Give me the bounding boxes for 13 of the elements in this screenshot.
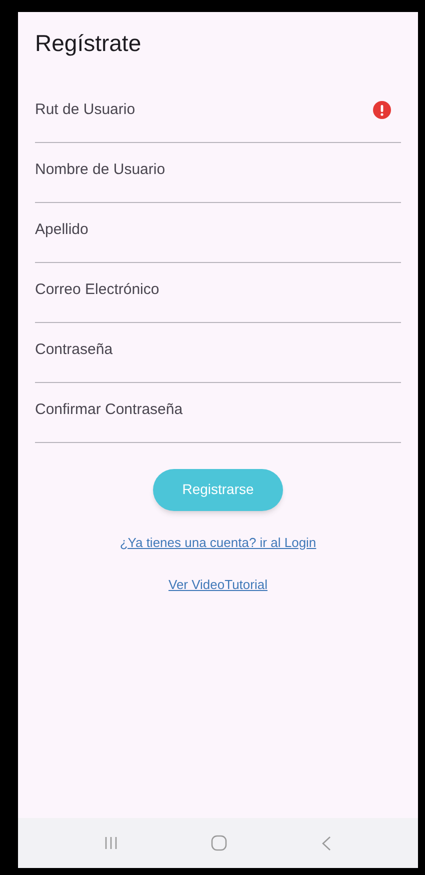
home-icon[interactable] bbox=[211, 835, 228, 851]
text-field[interactable]: Apellido bbox=[35, 202, 401, 262]
text-field[interactable]: Nombre de Usuario bbox=[35, 142, 401, 202]
text-field[interactable]: Correo Electrónico bbox=[35, 262, 401, 322]
video-tutorial-link[interactable]: Ver VideoTutorial bbox=[168, 575, 268, 594]
recent-apps-icon[interactable] bbox=[105, 836, 118, 850]
text-field[interactable]: Contraseña bbox=[35, 322, 401, 382]
back-icon[interactable] bbox=[322, 836, 331, 850]
error-icon bbox=[373, 101, 391, 119]
text-field[interactable]: Confirmar Contraseña bbox=[35, 382, 401, 442]
text-field[interactable]: Rut de Usuario bbox=[35, 82, 401, 142]
login-link[interactable]: ¿Ya tienes una cuenta? ir al Login bbox=[120, 532, 316, 552]
page-title: Regístrate bbox=[35, 29, 142, 58]
